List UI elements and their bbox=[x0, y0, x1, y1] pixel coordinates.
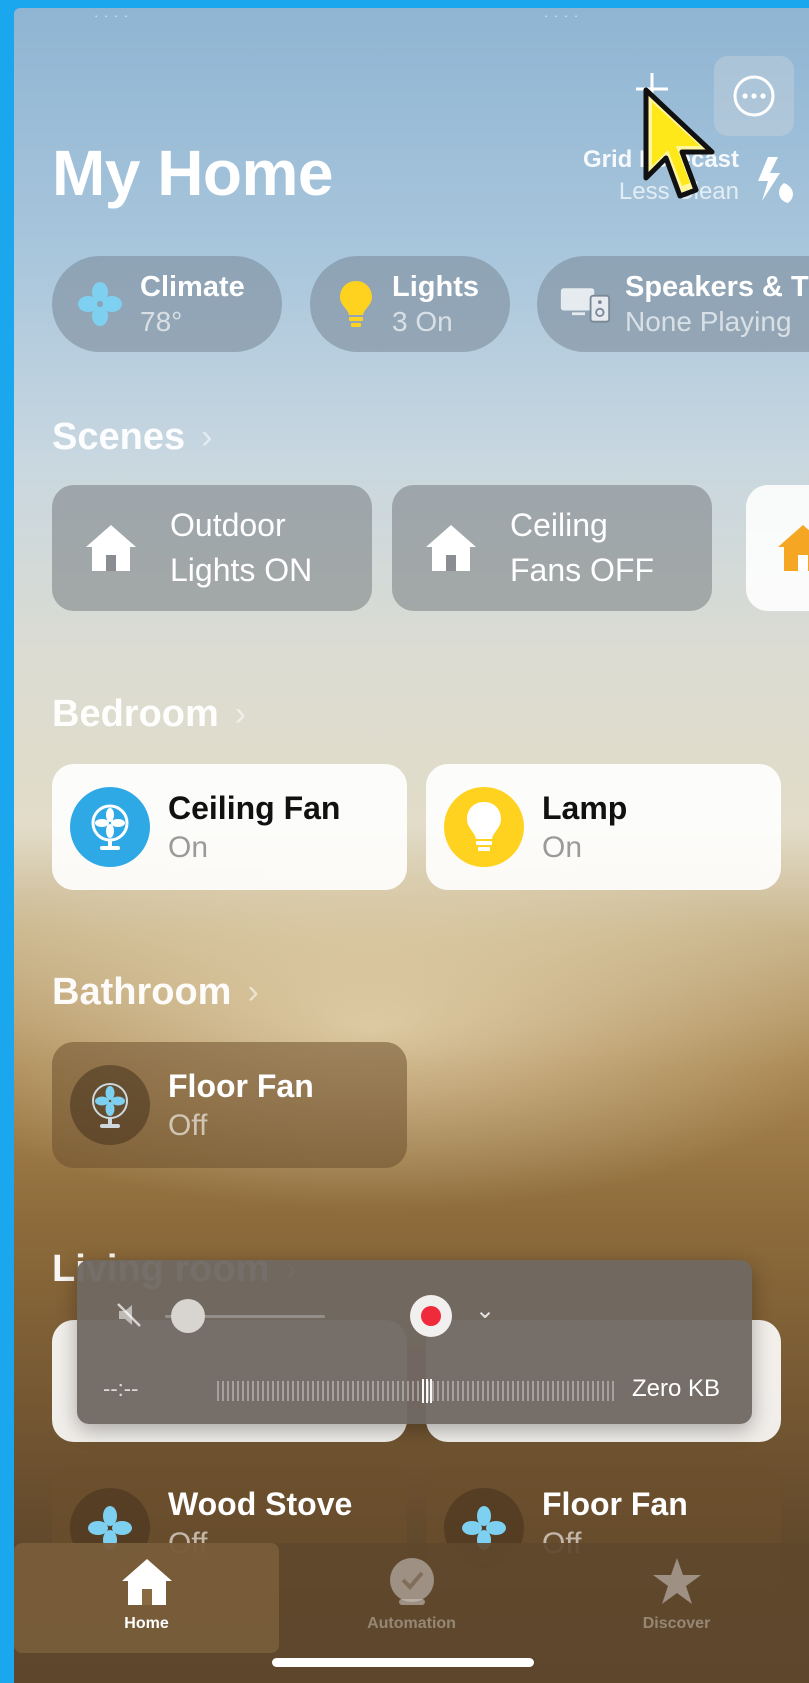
scene-partial[interactable] bbox=[746, 485, 809, 611]
status-signal-fragment: · · · · bbox=[544, 8, 580, 23]
grid-forecast-icon bbox=[758, 157, 793, 203]
chip-lights[interactable]: Lights 3 On bbox=[310, 256, 510, 352]
volume-slider-knob[interactable] bbox=[171, 1299, 205, 1333]
chip-climate-value: 78° bbox=[140, 305, 183, 337]
tile-bathroom-floor-fan[interactable]: Floor Fan Off bbox=[52, 1042, 407, 1168]
lightbulb-icon bbox=[467, 802, 501, 851]
tab-home[interactable]: Home bbox=[14, 1543, 279, 1653]
house-icon bbox=[778, 525, 809, 571]
tile-state: Off bbox=[168, 1108, 208, 1142]
tab-automation[interactable]: Automation bbox=[279, 1543, 544, 1653]
tile-name: Floor Fan bbox=[542, 1486, 688, 1522]
chevron-right-icon: › bbox=[201, 418, 213, 456]
tile-name: Lamp bbox=[542, 789, 628, 826]
more-options-button[interactable] bbox=[714, 56, 794, 136]
speaker-tv-icon bbox=[560, 288, 611, 323]
fan-button[interactable] bbox=[70, 1065, 150, 1145]
tab-label: Discover bbox=[642, 1615, 711, 1632]
section-bedroom-header[interactable]: Bedroom › bbox=[52, 693, 246, 736]
tile-name: Ceiling Fan bbox=[168, 789, 341, 826]
tile-name: Floor Fan bbox=[168, 1067, 314, 1104]
chip-lights-value: 3 On bbox=[392, 305, 453, 337]
tab-label: Automation bbox=[367, 1615, 456, 1632]
section-title: Scenes bbox=[52, 416, 186, 458]
lightbulb-icon bbox=[340, 281, 372, 327]
tab-label: Home bbox=[124, 1615, 169, 1632]
house-icon bbox=[86, 525, 136, 571]
chip-climate[interactable]: Climate 78° bbox=[52, 256, 282, 352]
audio-level-meter bbox=[217, 1379, 615, 1403]
scene-label: Ceiling Fans OFF bbox=[510, 507, 655, 588]
chevron-right-icon: › bbox=[234, 695, 247, 733]
section-scenes-header[interactable]: Scenes › bbox=[52, 416, 212, 459]
chip-speakers-tvs[interactable]: Speakers & TVs None Playing bbox=[537, 256, 809, 352]
recording-time: --:-- bbox=[103, 1376, 139, 1401]
scene-ceiling-fans-off[interactable]: Ceiling Fans OFF bbox=[392, 485, 712, 611]
ellipsis-circle-icon bbox=[733, 75, 775, 117]
status-bar: · · · · · · · · bbox=[14, 8, 809, 23]
home-app-screen: · · · · · · · · My Home Grid Forecast Le… bbox=[14, 8, 809, 1683]
mouse-pointer-icon bbox=[643, 87, 715, 199]
desk-fan-icon bbox=[91, 804, 129, 850]
home-indicator bbox=[272, 1658, 534, 1667]
screen-recorder-panel: ⌄ --:-- Zero KB bbox=[77, 1260, 752, 1424]
speaker-muted-icon bbox=[117, 1303, 141, 1327]
house-icon bbox=[426, 525, 476, 571]
volume-slider[interactable] bbox=[165, 1299, 325, 1333]
chip-lights-label: Lights bbox=[392, 270, 479, 303]
star-icon bbox=[652, 1558, 701, 1604]
chevron-right-icon: › bbox=[247, 973, 259, 1011]
tile-name: Wood Stove bbox=[168, 1486, 353, 1522]
section-bathroom-header[interactable]: Bathroom › bbox=[52, 971, 259, 1014]
audio-level-marker bbox=[422, 1379, 432, 1403]
section-title: Bedroom bbox=[52, 693, 219, 735]
chip-speakers-label: Speakers & TVs bbox=[625, 270, 809, 303]
scene-label: Outdoor Lights ON bbox=[170, 507, 313, 588]
tile-bedroom-lamp[interactable]: Lamp On bbox=[426, 764, 781, 890]
desk-fan-icon bbox=[92, 1083, 128, 1128]
fan-button[interactable] bbox=[70, 787, 150, 867]
record-button[interactable] bbox=[410, 1295, 452, 1337]
tab-discover[interactable]: Discover bbox=[544, 1543, 809, 1653]
tile-state: On bbox=[168, 830, 209, 864]
scene-outdoor-lights-on[interactable]: Outdoor Lights ON bbox=[52, 485, 372, 611]
lamp-button[interactable] bbox=[444, 787, 524, 867]
page-title: My Home bbox=[52, 137, 334, 209]
chip-speakers-value: None Playing bbox=[625, 305, 792, 337]
section-title: Bathroom bbox=[52, 971, 232, 1013]
fan-icon bbox=[78, 282, 122, 326]
tile-state: On bbox=[542, 830, 583, 864]
tile-bedroom-ceiling-fan[interactable]: Ceiling Fan On bbox=[52, 764, 407, 890]
chevron-down-icon[interactable]: ⌄ bbox=[475, 1296, 495, 1325]
recording-size: Zero KB bbox=[632, 1375, 721, 1402]
house-icon bbox=[121, 1559, 172, 1605]
record-dot-icon bbox=[421, 1306, 441, 1326]
clock-icon bbox=[389, 1558, 434, 1605]
chip-climate-label: Climate bbox=[140, 270, 245, 303]
status-time-fragment: · · · · bbox=[94, 8, 130, 23]
